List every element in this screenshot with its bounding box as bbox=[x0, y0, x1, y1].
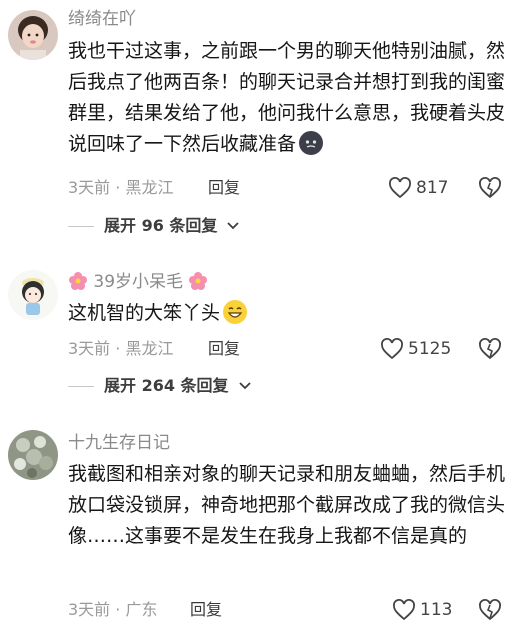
heart-icon bbox=[393, 599, 415, 621]
dark-face-emoji-icon bbox=[298, 130, 324, 156]
like-count: 817 bbox=[416, 178, 449, 198]
comment-meta: 3天前 · 黑龙江 bbox=[68, 339, 174, 358]
dislike-icon[interactable] bbox=[478, 598, 502, 622]
reply-button[interactable]: 回复 bbox=[208, 178, 240, 198]
avatar[interactable] bbox=[8, 270, 58, 320]
like-button[interactable]: 113 bbox=[392, 599, 452, 621]
divider-line bbox=[68, 385, 94, 387]
like-count: 5125 bbox=[408, 339, 452, 359]
flower-icon bbox=[68, 271, 88, 291]
heart-icon bbox=[381, 338, 403, 360]
username[interactable]: 39岁小呆毛 bbox=[68, 271, 208, 293]
username[interactable]: 绮绮在吖 bbox=[68, 8, 136, 30]
username-text: 39岁小呆毛 bbox=[93, 272, 184, 292]
expand-replies-button[interactable]: 展开 96 条回复 bbox=[68, 216, 240, 236]
like-count: 113 bbox=[420, 600, 453, 620]
expand-replies-label: 展开 264 条回复 bbox=[104, 376, 229, 395]
username[interactable]: 十九生存日记 bbox=[68, 432, 170, 454]
reply-button[interactable]: 回复 bbox=[190, 600, 222, 620]
comment-meta: 3天前 · 黑龙江 bbox=[68, 178, 174, 197]
dislike-icon[interactable] bbox=[478, 337, 502, 361]
comment-text-content: 我也干过这事，之前跟一个男的聊天他特别油腻，然后我点了他两百条！的聊天记录合并想… bbox=[68, 40, 506, 155]
dislike-icon[interactable] bbox=[478, 176, 502, 200]
avatar[interactable] bbox=[8, 10, 58, 60]
like-button[interactable]: 5125 bbox=[380, 338, 451, 360]
comment-text: 我截图和相亲对象的聊天记录和朋友蛐蛐，然后手机放口袋没锁屏，神奇地把那个截屏改成… bbox=[68, 463, 506, 547]
comment-text: 我也干过这事，之前跟一个男的聊天他特别油腻，然后我点了他两百条！的聊天记录合并想… bbox=[68, 36, 508, 160]
comment-text-content: 这机智的大笨丫头 bbox=[68, 302, 221, 324]
expand-replies-button[interactable]: 展开 264 条回复 bbox=[68, 376, 251, 396]
like-button[interactable]: 817 bbox=[388, 177, 448, 199]
avatar[interactable] bbox=[8, 430, 58, 480]
comment-meta: 3天前 · 广东 bbox=[68, 600, 158, 619]
grin-emoji-icon bbox=[222, 299, 248, 325]
chevron-down-icon bbox=[227, 222, 240, 230]
expand-replies-label: 展开 96 条回复 bbox=[104, 216, 218, 235]
chevron-down-icon bbox=[238, 382, 251, 390]
divider-line bbox=[68, 225, 94, 227]
flower-icon bbox=[188, 271, 208, 291]
comment-text: 这机智的大笨丫头 bbox=[68, 298, 508, 329]
reply-button[interactable]: 回复 bbox=[208, 339, 240, 359]
heart-icon bbox=[389, 177, 411, 199]
